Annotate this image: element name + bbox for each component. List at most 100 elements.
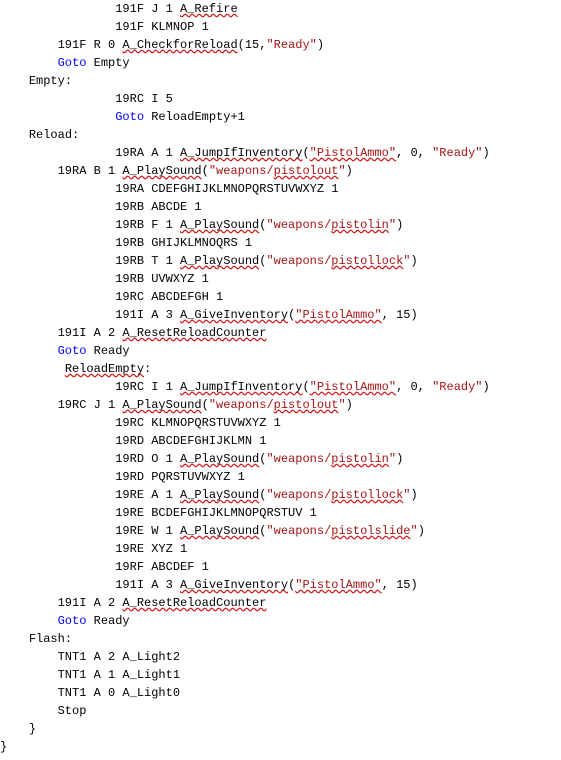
code-token: "PistolAmmo" [310, 380, 396, 394]
code-line: 191F KLMNOP 1 [0, 18, 561, 36]
code-line: 191I A 2 A_ResetReloadCounter [0, 324, 561, 342]
code-token: ( [302, 380, 309, 394]
code-token: ( [302, 146, 309, 160]
code-token: A_Refire [180, 2, 238, 16]
code-token: "weapons/ [266, 218, 331, 232]
code-token: ( [202, 164, 209, 178]
code-token: ) [346, 164, 353, 178]
code-token: ReloadEmpty [65, 362, 144, 376]
code-line: TNT1 A 1 A_Light1 [0, 666, 561, 684]
code-token: 19RB ABCDE 1 [115, 200, 201, 214]
code-token: 19RC J 1 [58, 398, 123, 412]
code-token: , 15) [382, 578, 418, 592]
code-token: Empty: [29, 74, 72, 88]
code-line: 19RD ABCDEFGHIJKLMN 1 [0, 432, 561, 450]
code-token: 19RE W 1 [115, 524, 180, 538]
code-token: A_ResetReloadCounter [122, 596, 266, 610]
code-token: "PistolAmmo" [295, 308, 381, 322]
code-token: A_GiveInventory [180, 578, 288, 592]
code-token: Goto [58, 614, 87, 628]
code-token: Ready [86, 614, 129, 628]
code-line: 19RE BCDEFGHIJKLMNOPQRSTUV 1 [0, 504, 561, 522]
code-token: A_PlaySound [180, 524, 259, 538]
code-token: A_ResetReloadCounter [122, 326, 266, 340]
code-line: Goto Ready [0, 612, 561, 630]
code-token: A_PlaySound [180, 488, 259, 502]
code-line: Flash: [0, 630, 561, 648]
code-token: (15, [238, 38, 267, 52]
code-token: pistollock [331, 254, 403, 268]
code-token: 19RB GHIJKLMNOQRS 1 [115, 236, 252, 250]
code-token: 19RA A 1 [115, 146, 180, 160]
code-token: Goto [58, 344, 87, 358]
code-token: A_PlaySound [122, 164, 201, 178]
code-token: "weapons/ [209, 398, 274, 412]
code-line: 19RB GHIJKLMNOQRS 1 [0, 234, 561, 252]
code-token [58, 362, 65, 376]
code-token: ) [410, 254, 417, 268]
code-line: 19RF ABCDEF 1 [0, 558, 561, 576]
code-token: 19RC KLMNOPQRSTUVWXYZ 1 [115, 416, 281, 430]
code-token: 191I A 2 [58, 596, 123, 610]
code-line: Reload: [0, 126, 561, 144]
code-line: 19RE XYZ 1 [0, 540, 561, 558]
code-token: } [0, 740, 7, 754]
code-token: TNT1 A 2 A_Light2 [58, 650, 180, 664]
code-token: 19RF ABCDEF 1 [115, 560, 209, 574]
code-token: A_CheckforReload [122, 38, 237, 52]
code-line: } [0, 738, 561, 756]
code-token: Empty [86, 56, 129, 70]
code-line: Goto Ready [0, 342, 561, 360]
code-line: 19RB UVWXYZ 1 [0, 270, 561, 288]
code-line: 19RD PQRSTUVWXYZ 1 [0, 468, 561, 486]
code-token: TNT1 A 1 A_Light1 [58, 668, 180, 682]
code-token: 19RC I 1 [115, 380, 180, 394]
code-token: Flash: [29, 632, 72, 646]
code-line: ReloadEmpty: [0, 360, 561, 378]
code-token: 19RB T 1 [115, 254, 180, 268]
code-token: : [144, 362, 151, 376]
code-token: Goto [58, 56, 87, 70]
code-token: A_JumpIfInventory [180, 146, 302, 160]
code-token: , 15) [382, 308, 418, 322]
code-line: 191I A 3 A_GiveInventory("PistolAmmo", 1… [0, 576, 561, 594]
code-token: , 0, [396, 380, 432, 394]
code-token: ) [483, 380, 490, 394]
code-token: Goto [115, 110, 144, 124]
code-line: 19RE W 1 A_PlaySound("weapons/pistolslid… [0, 522, 561, 540]
code-token: 191F J 1 [115, 2, 180, 16]
code-token: pistolin [331, 218, 389, 232]
code-line: 19RC KLMNOPQRSTUVWXYZ 1 [0, 414, 561, 432]
code-token: ) [396, 218, 403, 232]
code-token: " [389, 218, 396, 232]
code-line: 191I A 2 A_ResetReloadCounter [0, 594, 561, 612]
code-line: 191F J 1 A_Refire [0, 0, 561, 18]
code-token: pistolout [274, 164, 339, 178]
code-token: 191I A 2 [58, 326, 123, 340]
code-token: ) [483, 146, 490, 160]
code-token: , 0, [396, 146, 432, 160]
code-token: " [410, 524, 417, 538]
code-line: TNT1 A 2 A_Light2 [0, 648, 561, 666]
code-line: 19RB ABCDE 1 [0, 198, 561, 216]
code-token: pistolout [274, 398, 339, 412]
code-token: } [29, 722, 36, 736]
code-token: " [389, 452, 396, 466]
code-token: 19RE A 1 [115, 488, 180, 502]
code-block: 191F J 1 A_Refire 191F KLMNOP 1 191F R 0… [0, 0, 561, 756]
code-token: Ready [86, 344, 129, 358]
code-token: "weapons/ [266, 254, 331, 268]
code-line: 19RC I 5 [0, 90, 561, 108]
code-token: "PistolAmmo" [295, 578, 381, 592]
code-token: 19RD PQRSTUVWXYZ 1 [115, 470, 245, 484]
code-token: "Ready" [266, 38, 316, 52]
code-token: ReloadEmpty+1 [144, 110, 245, 124]
code-token: 19RC ABCDEFGH 1 [115, 290, 223, 304]
code-token: A_GiveInventory [180, 308, 288, 322]
code-line: 19RC I 1 A_JumpIfInventory("PistolAmmo",… [0, 378, 561, 396]
code-token: " [338, 164, 345, 178]
code-line: Goto Empty [0, 54, 561, 72]
code-token: A_PlaySound [180, 452, 259, 466]
code-token: "weapons/ [266, 524, 331, 538]
code-token: pistollock [331, 488, 403, 502]
